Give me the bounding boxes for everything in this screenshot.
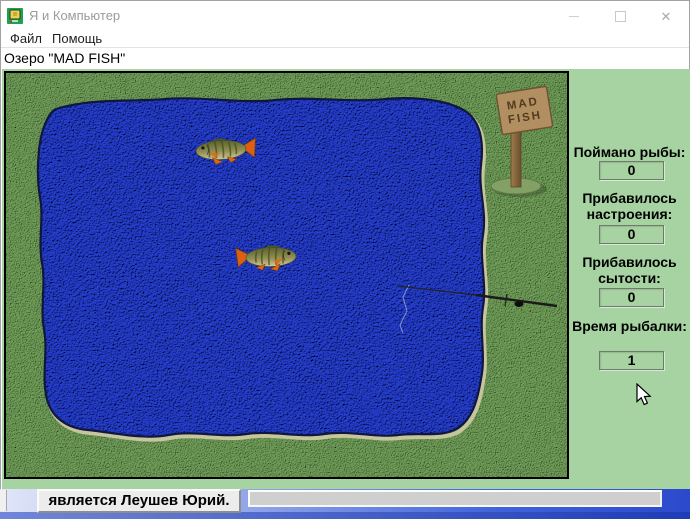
band-left-panel xyxy=(0,490,7,511)
screen: Я и Компьютер ✕ Файл Помощь Озеро "MAD F… xyxy=(0,0,690,519)
stat-label-satiety-gained: Прибавилось сытости: xyxy=(582,254,677,286)
title-bar: Я и Компьютер ✕ xyxy=(1,1,689,31)
maximize-icon xyxy=(614,10,626,22)
menu-item-help[interactable]: Помощь xyxy=(52,31,102,46)
minimize-icon xyxy=(569,15,579,17)
menu-item-file[interactable]: Файл xyxy=(10,31,42,46)
computer-icon xyxy=(7,8,23,24)
stats-panel: Поймано рыбы: 0 Прибавилось настроения: … xyxy=(569,69,690,490)
client-area: MAD FISH Поймано рыбы: 0 Прибавилось нас… xyxy=(2,69,690,490)
menu-bar: Файл Помощь xyxy=(1,31,689,48)
stat-label-fish-caught: Поймано рыбы: xyxy=(573,144,686,160)
stat-value-satiety-gained: 0 xyxy=(599,288,664,307)
window-title: Я и Компьютер xyxy=(29,8,121,23)
band-bottom-edge xyxy=(0,512,690,519)
rod-reel xyxy=(514,301,524,307)
close-icon: ✕ xyxy=(660,8,672,24)
stat-label-fishing-time: Время рыбалки: xyxy=(572,318,687,334)
stat-value-fish-caught: 0 xyxy=(599,161,664,180)
app-window: Я и Компьютер ✕ Файл Помощь Озеро "MAD F… xyxy=(0,0,690,490)
location-label: Озеро "MAD FISH" xyxy=(4,50,126,66)
game-area[interactable]: MAD FISH xyxy=(4,71,569,479)
close-button[interactable]: ✕ xyxy=(643,1,689,31)
progress-track xyxy=(248,490,662,507)
stat-value-fishing-time: 1 xyxy=(599,351,664,370)
credits-ticker: является Леушев Юрий. xyxy=(37,489,241,513)
location-bar: Озеро "MAD FISH" xyxy=(1,48,689,69)
stat-value-mood-gained: 0 xyxy=(599,225,664,244)
background-window-band: является Леушев Юрий. xyxy=(0,489,690,519)
maximize-button[interactable] xyxy=(597,1,643,31)
minimize-button[interactable] xyxy=(551,1,597,31)
stat-label-mood-gained: Прибавилось настроения: xyxy=(582,190,677,222)
